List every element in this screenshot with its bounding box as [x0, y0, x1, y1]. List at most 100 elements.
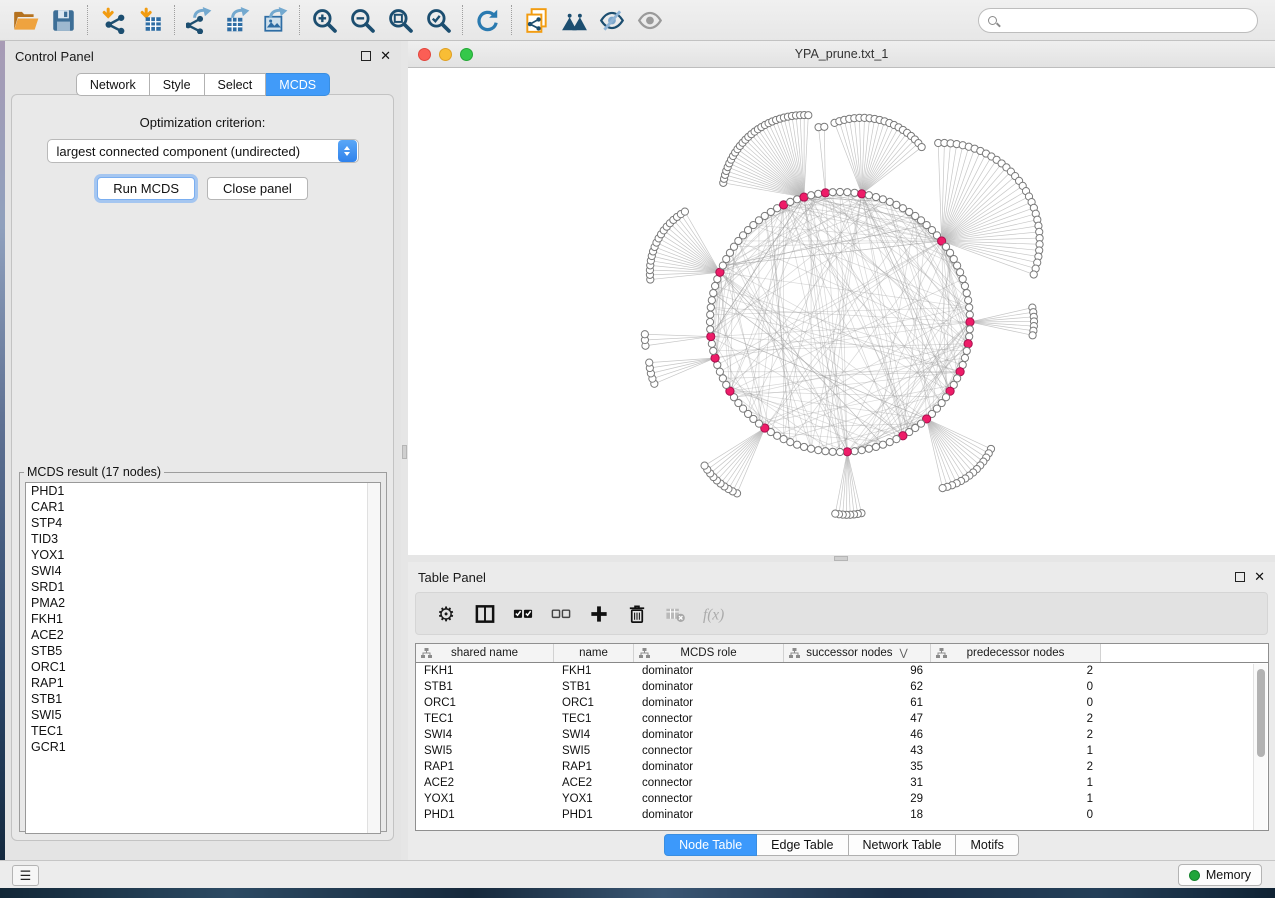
mcds-result-item[interactable]: TEC1: [26, 723, 380, 739]
network-node[interactable]: [641, 331, 648, 338]
network-node[interactable]: [879, 441, 886, 448]
network-node[interactable]: [851, 448, 858, 455]
network-node[interactable]: [708, 340, 715, 347]
network-node[interactable]: [793, 441, 800, 448]
network-node[interactable]: [829, 448, 836, 455]
mcds-network-node[interactable]: [707, 332, 715, 340]
search-box[interactable]: [978, 8, 1258, 33]
mcds-result-list[interactable]: PHD1CAR1STP4TID3YOX1SWI4SRD1PMA2FKH1ACE2…: [25, 482, 381, 834]
table-row[interactable]: FKH1FKH1dominator962: [416, 663, 1268, 679]
network-node[interactable]: [710, 347, 717, 354]
network-node[interactable]: [710, 289, 717, 296]
network-node[interactable]: [963, 347, 970, 354]
network-node[interactable]: [865, 445, 872, 452]
export-image-button[interactable]: [256, 3, 294, 37]
export-network-button[interactable]: [180, 3, 218, 37]
mcds-network-node[interactable]: [858, 190, 866, 198]
tab-network[interactable]: Network: [76, 73, 150, 96]
tab-motifs[interactable]: Motifs: [956, 834, 1018, 856]
mcds-network-node[interactable]: [800, 193, 808, 201]
network-node[interactable]: [822, 448, 829, 455]
mcds-result-item[interactable]: GCR1: [26, 739, 380, 755]
mcds-result-item[interactable]: RAP1: [26, 675, 380, 691]
network-node[interactable]: [836, 188, 843, 195]
memory-button[interactable]: Memory: [1178, 864, 1262, 886]
run-mcds-button[interactable]: Run MCDS: [97, 177, 195, 200]
network-node[interactable]: [851, 189, 858, 196]
table-scrollbar[interactable]: [1253, 664, 1267, 830]
mcds-result-item[interactable]: SRD1: [26, 579, 380, 595]
column-header-shared-name[interactable]: shared name: [416, 644, 554, 662]
table-row[interactable]: SWI4SWI4dominator462: [416, 727, 1268, 743]
mcds-network-node[interactable]: [966, 318, 974, 326]
tab-select[interactable]: Select: [205, 73, 267, 96]
network-node[interactable]: [886, 439, 893, 446]
table-row[interactable]: PHD1PHD1dominator180: [416, 807, 1268, 823]
close-panel-icon[interactable]: ✕: [380, 51, 391, 61]
select-all-button[interactable]: [506, 597, 539, 630]
close-panel-button[interactable]: Close panel: [207, 177, 308, 200]
tab-edge-table[interactable]: Edge Table: [757, 834, 848, 856]
zoom-selected-button[interactable]: [419, 3, 457, 37]
mcds-result-item[interactable]: PHD1: [26, 483, 380, 499]
mcds-result-item[interactable]: STB5: [26, 643, 380, 659]
network-node[interactable]: [707, 326, 714, 333]
network-node[interactable]: [711, 282, 718, 289]
table-row[interactable]: TEC1TEC1connector472: [416, 711, 1268, 727]
network-node[interactable]: [719, 375, 726, 382]
mcds-network-node[interactable]: [964, 340, 972, 348]
column-header-MCDS-role[interactable]: MCDS role: [634, 644, 784, 662]
network-node[interactable]: [879, 196, 886, 203]
network-node[interactable]: [708, 297, 715, 304]
network-node[interactable]: [800, 443, 807, 450]
network-window-titlebar[interactable]: YPA_prune.txt_1: [408, 41, 1275, 68]
import-network-button[interactable]: [93, 3, 131, 37]
float-panel-icon[interactable]: [361, 51, 371, 61]
refresh-button[interactable]: [468, 3, 506, 37]
share-document-button[interactable]: [517, 3, 555, 37]
network-node[interactable]: [706, 318, 713, 325]
horizontal-splitter-grip[interactable]: [834, 556, 848, 561]
mcds-result-item[interactable]: ACE2: [26, 627, 380, 643]
network-node[interactable]: [886, 198, 893, 205]
network-node[interactable]: [939, 485, 946, 492]
network-node[interactable]: [646, 359, 653, 366]
save-session-button[interactable]: [44, 3, 82, 37]
add-column-button[interactable]: [582, 597, 615, 630]
zoom-fit-button[interactable]: [381, 3, 419, 37]
mcds-network-node[interactable]: [711, 354, 719, 362]
tab-style[interactable]: Style: [150, 73, 205, 96]
open-session-button[interactable]: [6, 3, 44, 37]
table-row[interactable]: ORC1ORC1dominator610: [416, 695, 1268, 711]
network-graph[interactable]: [408, 68, 1275, 555]
table-row[interactable]: RAP1RAP1dominator352: [416, 759, 1268, 775]
column-header-name[interactable]: name: [554, 644, 634, 662]
network-node[interactable]: [707, 304, 714, 311]
import-table-button[interactable]: [131, 3, 169, 37]
vertical-splitter-grip[interactable]: [402, 445, 407, 459]
mcds-result-item[interactable]: CAR1: [26, 499, 380, 515]
table-row[interactable]: ACE2ACE2connector311: [416, 775, 1268, 791]
mcds-result-item[interactable]: STB1: [26, 691, 380, 707]
network-node[interactable]: [959, 275, 966, 282]
mcds-network-node[interactable]: [843, 448, 851, 456]
tab-mcds[interactable]: MCDS: [266, 73, 330, 96]
first-neighbors-button[interactable]: [555, 3, 593, 37]
network-node[interactable]: [787, 198, 794, 205]
table-float-panel-icon[interactable]: [1235, 572, 1245, 582]
show-columns-button[interactable]: [468, 597, 501, 630]
network-node[interactable]: [716, 368, 723, 375]
network-node[interactable]: [954, 262, 961, 269]
table-row[interactable]: STB1STB1dominator620: [416, 679, 1268, 695]
panel-menu-button[interactable]: ☰: [12, 865, 39, 886]
network-node[interactable]: [836, 448, 843, 455]
network-node[interactable]: [893, 436, 900, 443]
column-header-successor-nodes[interactable]: successor nodes⋁: [784, 644, 931, 662]
delete-column-button[interactable]: [620, 597, 653, 630]
mcds-result-item[interactable]: ORC1: [26, 659, 380, 675]
network-node[interactable]: [966, 333, 973, 340]
network-node[interactable]: [961, 354, 968, 361]
network-node[interactable]: [865, 192, 872, 199]
horizontal-splitter[interactable]: [408, 555, 1275, 562]
network-node[interactable]: [829, 189, 836, 196]
